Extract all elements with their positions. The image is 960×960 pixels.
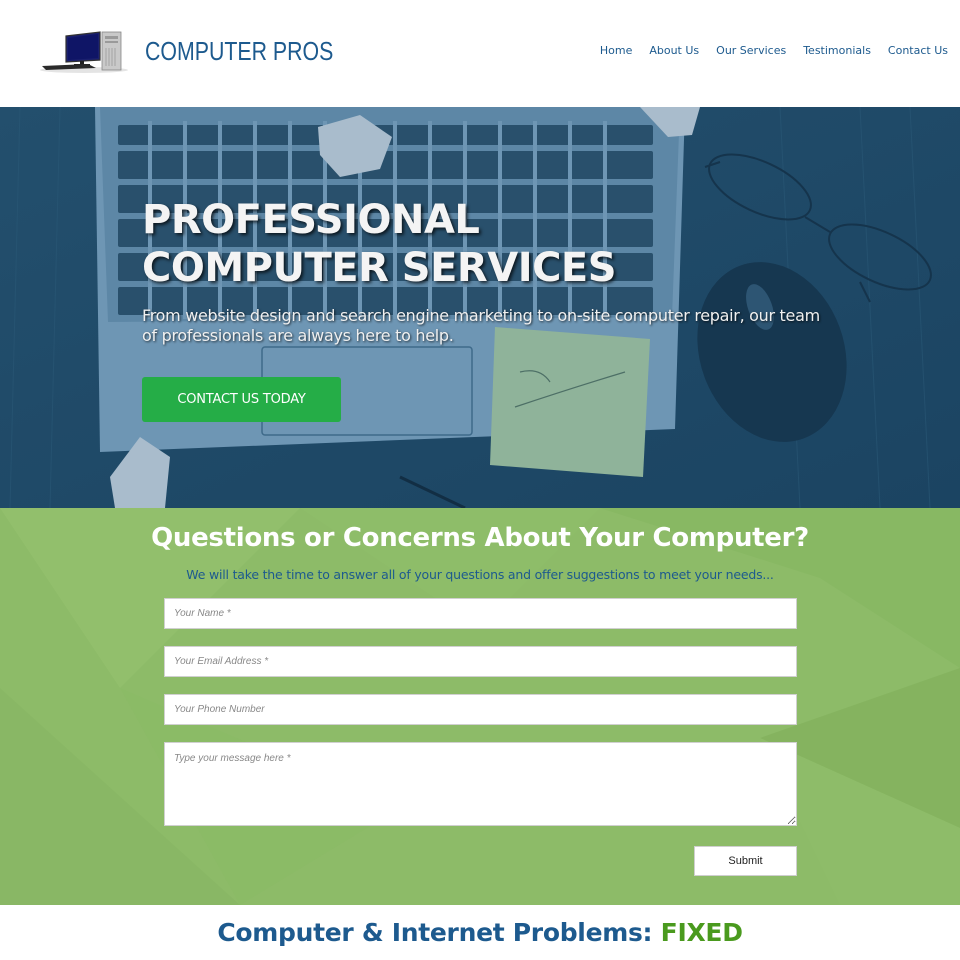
hero-title-line-1: PROFESSIONAL: [142, 197, 480, 243]
email-input[interactable]: [164, 646, 797, 677]
problems-heading-main: Computer & Internet Problems:: [217, 918, 661, 947]
hero-subtitle: From website design and search engine ma…: [142, 306, 820, 345]
problems-fixed-heading: Computer & Internet Problems: FIXED: [0, 918, 960, 947]
submit-button[interactable]: Submit: [694, 846, 797, 876]
main-nav: Home About Us Our Services Testimonials …: [600, 44, 948, 57]
contact-us-today-button[interactable]: CONTACT US TODAY: [142, 377, 341, 422]
hero-title-line-2: COMPUTER SERVICES: [142, 245, 617, 291]
nav-contact-us[interactable]: Contact Us: [888, 44, 948, 57]
nav-home[interactable]: Home: [600, 44, 632, 57]
nav-testimonials[interactable]: Testimonials: [803, 44, 871, 57]
nav-our-services[interactable]: Our Services: [716, 44, 786, 57]
problems-heading-accent: FIXED: [660, 918, 743, 947]
phone-input[interactable]: [164, 694, 797, 725]
name-input[interactable]: [164, 598, 797, 629]
hero-section: PROFESSIONAL COMPUTER SERVICES From webs…: [0, 107, 960, 508]
brand-name[interactable]: COMPUTER PROS: [145, 36, 333, 67]
message-textarea[interactable]: [164, 742, 797, 826]
desktop-computer-icon[interactable]: [38, 30, 130, 74]
contact-section: Questions or Concerns About Your Compute…: [0, 508, 960, 905]
nav-about-us[interactable]: About Us: [649, 44, 699, 57]
site-header: COMPUTER PROS Home About Us Our Services…: [0, 0, 960, 107]
contact-subtitle: We will take the time to answer all of y…: [186, 567, 774, 582]
hero-title: PROFESSIONAL COMPUTER SERVICES: [142, 196, 842, 292]
contact-title: Questions or Concerns About Your Compute…: [151, 523, 809, 553]
